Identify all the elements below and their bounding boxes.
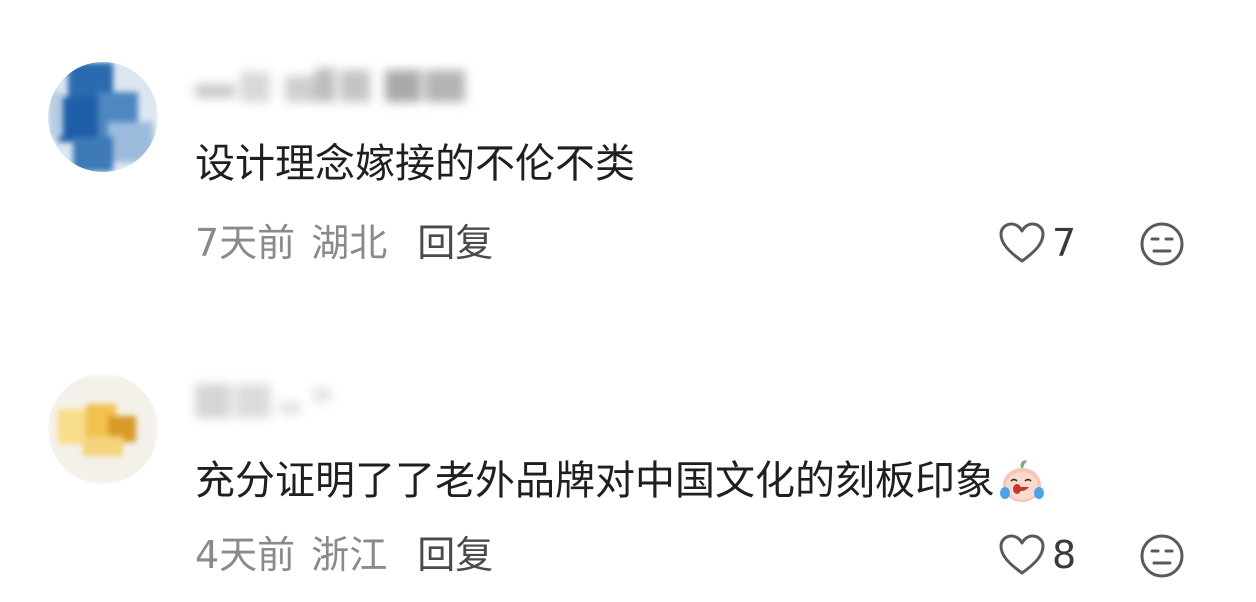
reply-button[interactable]: 回复 <box>417 533 493 577</box>
comment-time: 7天前 <box>195 221 296 265</box>
react-button[interactable] <box>1138 220 1186 268</box>
comment-text: 充分证明了了老外品牌对中国文化的刻板印象 <box>195 456 1047 506</box>
neutral-face-icon <box>1140 222 1184 266</box>
reply-button[interactable]: 回复 <box>417 221 493 265</box>
like-button[interactable]: 8 <box>998 530 1076 580</box>
comment-location: 湖北 <box>311 221 388 265</box>
heart-outline-icon <box>999 222 1045 263</box>
crying-laughing-emoji <box>1000 460 1044 502</box>
heart-outline-icon <box>999 534 1045 575</box>
avatar-pixelated-image <box>48 62 158 172</box>
avatar[interactable] <box>48 62 158 172</box>
comment-meta: 7天前 湖北 回复 <box>195 218 493 268</box>
avatar-pixelated-image <box>48 374 158 484</box>
username-redacted[interactable] <box>195 380 345 424</box>
like-count: 7 <box>1052 221 1077 265</box>
comment-text: 设计理念嫁接的不伦不类 <box>195 141 635 187</box>
comment-location: 浙江 <box>311 533 388 577</box>
like-button[interactable]: 7 <box>998 218 1076 268</box>
avatar[interactable] <box>48 374 158 484</box>
comment-time: 4天前 <box>195 533 296 577</box>
like-count: 8 <box>1052 533 1077 577</box>
comment-meta: 4天前 浙江 回复 <box>195 530 493 580</box>
comment-item: 充分证明了了老外品牌对中国文化的刻板印象 4天前 浙江 回复 8 <box>0 300 1256 602</box>
neutral-face-icon <box>1140 534 1184 578</box>
username-redacted[interactable] <box>195 62 475 106</box>
comment-item: 设计理念嫁接的不伦不类 7天前 湖北 回复 7 <box>0 0 1256 300</box>
comment-text-content: 充分证明了了老外品牌对中国文化的刻板印象 <box>195 458 995 504</box>
react-button[interactable] <box>1138 532 1186 580</box>
